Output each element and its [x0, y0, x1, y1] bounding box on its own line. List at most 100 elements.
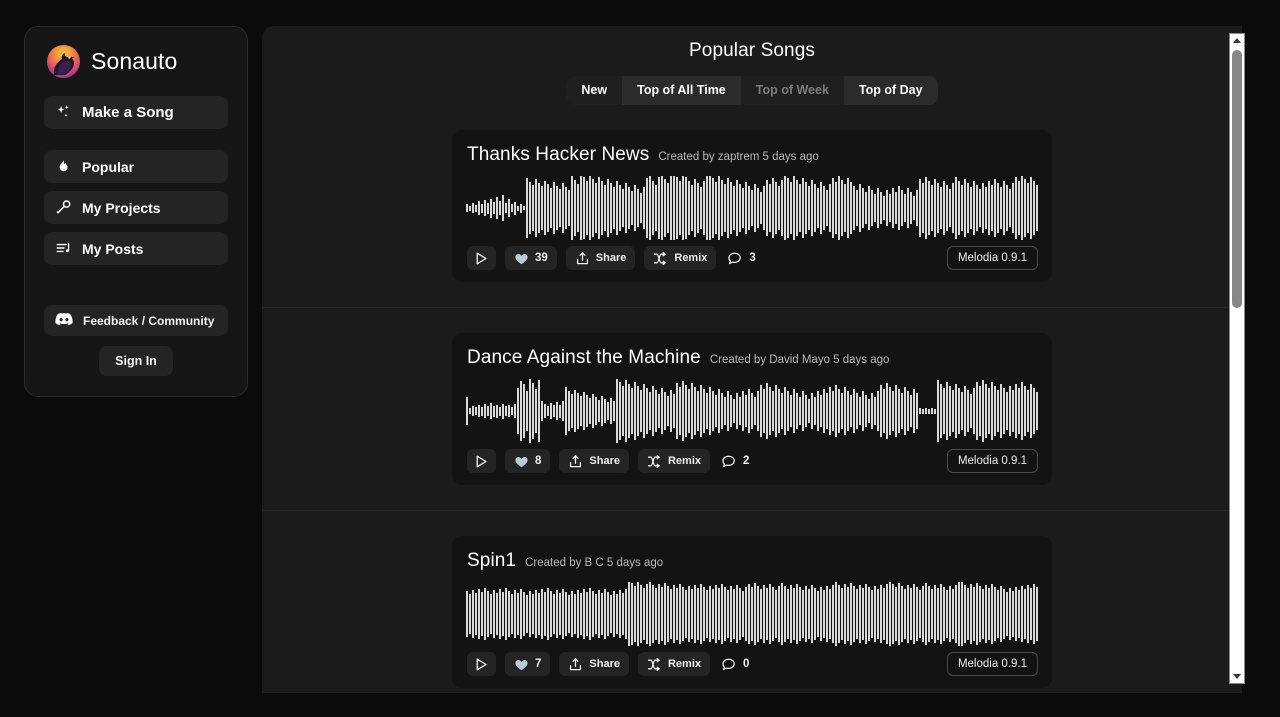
sidebar-item-popular[interactable]: Popular	[44, 150, 228, 183]
tab-new[interactable]: New	[566, 76, 622, 105]
waveform-bar	[808, 399, 810, 423]
song-actions: 7 Share Remix 0 Melodia 0.9.1	[466, 652, 1038, 676]
play-button[interactable]	[467, 652, 496, 676]
waveform-bar	[874, 397, 876, 425]
song-card[interactable]: Spin1 Created by B C 5 days ago 7 Share Remi…	[452, 536, 1052, 688]
vertical-scrollbar[interactable]	[1229, 33, 1245, 684]
waveform-bar	[877, 589, 879, 639]
sidebar-item-my-posts[interactable]: My Posts	[44, 232, 228, 265]
share-button[interactable]: Share	[559, 652, 629, 676]
waveform-bar	[874, 194, 876, 222]
waveform-bar	[796, 584, 798, 644]
feedback-community-label: Feedback / Community	[83, 313, 215, 328]
remix-button[interactable]: Remix	[644, 246, 717, 270]
play-button[interactable]	[467, 246, 496, 270]
waveform-bar	[814, 588, 816, 640]
comments-button[interactable]: 2	[719, 449, 751, 473]
play-button[interactable]	[467, 449, 496, 473]
waveform-bar	[562, 401, 564, 421]
waveform-bar	[940, 384, 942, 438]
waveform[interactable]	[466, 379, 1038, 443]
waveform-bar	[739, 184, 741, 232]
waveform-bar	[793, 389, 795, 433]
shuffle-icon	[654, 251, 667, 265]
scroll-up-arrow-icon[interactable]	[1230, 34, 1244, 47]
waveform-bar	[748, 584, 750, 644]
tab-top-of-day[interactable]: Top of Day	[843, 76, 938, 105]
brand: Sonauto	[44, 45, 228, 78]
waveform-bar	[556, 590, 558, 638]
waveform-bar	[913, 584, 915, 644]
waveform-bar	[547, 588, 549, 640]
waveform-bar	[775, 182, 777, 234]
waveform-bar	[556, 402, 558, 420]
waveform-bar	[934, 408, 936, 414]
waveform-bar	[820, 395, 822, 427]
share-button[interactable]: Share	[565, 246, 636, 270]
waveform-bar	[997, 183, 999, 233]
waveform-bar	[616, 181, 618, 235]
like-button[interactable]: 8	[505, 449, 551, 473]
waveform-bar	[964, 179, 966, 237]
waveform-bar	[952, 589, 954, 639]
waveform-bar	[613, 187, 615, 229]
microphone-icon	[55, 199, 72, 216]
waveform-bar	[667, 183, 669, 233]
waveform-bar	[754, 184, 756, 232]
sidebar-item-my-projects[interactable]: My Projects	[44, 191, 228, 224]
waveform-bar	[919, 408, 921, 414]
remix-button[interactable]: Remix	[637, 449, 711, 473]
scrollbar-thumb[interactable]	[1232, 50, 1242, 308]
tab-top-of-all-time[interactable]: Top of All Time	[622, 76, 741, 105]
scroll-down-arrow-icon[interactable]	[1230, 670, 1244, 683]
song-card[interactable]: Thanks Hacker News Created by zaptrem 5 d…	[452, 130, 1052, 282]
model-badge[interactable]: Melodia 0.9.1	[946, 652, 1038, 676]
waveform-bar	[757, 586, 759, 642]
like-button[interactable]: 39	[505, 246, 557, 270]
make-a-song-button[interactable]: Make a Song	[44, 96, 228, 129]
sign-in-button[interactable]: Sign In	[99, 346, 173, 376]
waveform-bar	[688, 586, 690, 642]
play-icon	[476, 252, 487, 264]
feedback-community-button[interactable]: Feedback / Community	[44, 305, 228, 336]
tab-top-of-week[interactable]: Top of Week	[741, 76, 844, 105]
waveform-bar	[499, 589, 501, 639]
waveform-bar	[772, 391, 774, 431]
comments-button[interactable]: 3	[725, 246, 757, 270]
like-button[interactable]: 7	[505, 652, 551, 676]
waveform-bar	[676, 177, 678, 239]
waveform-bar	[742, 391, 744, 431]
waveform-bar	[535, 389, 537, 433]
waveform[interactable]	[466, 582, 1038, 646]
waveform-bar	[562, 589, 564, 639]
waveform-bar	[658, 394, 660, 428]
waveform[interactable]	[466, 176, 1038, 240]
comments-button[interactable]: 0	[719, 652, 751, 676]
waveform-bar	[1021, 382, 1023, 440]
waveform-bar	[940, 584, 942, 644]
waveform-bar	[1006, 592, 1008, 636]
waveform-bar	[589, 588, 591, 640]
waveform-bar	[565, 387, 567, 435]
waveform-bar	[829, 387, 831, 435]
share-button[interactable]: Share	[559, 449, 629, 473]
model-badge[interactable]: Melodia 0.9.1	[946, 246, 1038, 270]
waveform-bar	[1027, 390, 1029, 432]
waveform-bar	[604, 399, 606, 423]
waveform-bar	[523, 592, 525, 636]
waveform-bar	[577, 393, 579, 429]
waveform-bar	[649, 582, 651, 646]
waveform-bar	[1036, 185, 1038, 231]
page-title: Popular Songs	[689, 40, 815, 61]
model-badge[interactable]: Melodia 0.9.1	[946, 449, 1038, 473]
waveform-bar	[838, 389, 840, 433]
remix-button[interactable]: Remix	[637, 652, 711, 676]
waveform-bar	[850, 182, 852, 234]
waveform-bar	[757, 188, 759, 228]
waveform-bar	[490, 403, 492, 419]
waveform-bar	[715, 182, 717, 234]
waveform-bar	[682, 176, 684, 240]
waveform-bar	[928, 181, 930, 235]
song-card[interactable]: Dance Against the Machine Created by Davi…	[452, 333, 1052, 485]
waveform-bar	[769, 184, 771, 232]
